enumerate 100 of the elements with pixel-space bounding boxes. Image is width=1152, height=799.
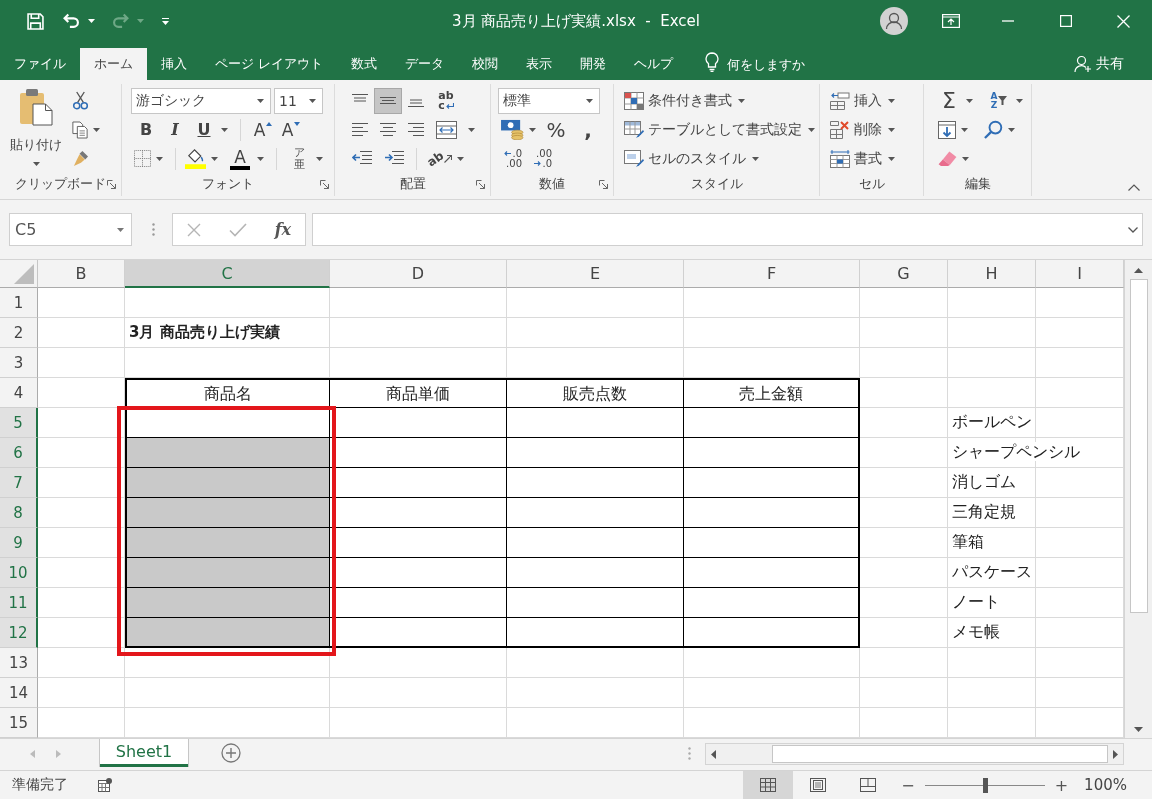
percent-button[interactable]: % [544,116,568,143]
slider-thumb[interactable] [982,777,988,793]
caret-icon[interactable] [961,127,968,132]
customize-icon[interactable] [162,17,169,25]
caret-icon[interactable] [1016,98,1023,103]
maximize-icon[interactable] [1059,15,1072,27]
font-size-field[interactable]: 11 [274,87,323,114]
close-icon[interactable] [1116,14,1130,28]
caret-icon[interactable] [93,127,100,132]
drag-handle-icon[interactable] [688,747,691,760]
underline-button[interactable]: U [192,116,216,143]
ribbon-tab[interactable]: 校閲 [458,48,512,80]
row-header[interactable]: 4 [0,378,38,408]
undo-icon[interactable] [62,13,81,29]
formula-input-field[interactable] [312,213,1143,246]
caret-icon[interactable] [309,98,316,103]
decrease-indent-icon[interactable] [352,151,372,166]
font-color-button[interactable]: A [228,145,252,172]
column-header[interactable]: G [860,260,948,288]
column-header[interactable]: E [507,260,684,288]
scissors-icon[interactable] [72,91,89,110]
currency-icon[interactable] [501,119,524,140]
drag-handle-icon[interactable] [152,223,155,236]
name-box[interactable]: C5 [9,213,132,246]
ribbon-tab[interactable]: 数式 [337,48,391,80]
ribbon-tab[interactable]: ヘルプ [620,48,687,80]
format-cells-button[interactable]: 書式 [830,144,923,173]
dialog-launcher-icon[interactable] [107,179,116,189]
sheet-tab[interactable]: Sheet1 [100,739,188,767]
caret-icon[interactable] [117,227,124,232]
scroll-thumb[interactable] [1129,279,1148,613]
copy-icon[interactable] [72,120,88,139]
row-header[interactable]: 1 [0,288,38,318]
column-header[interactable]: B [38,260,125,288]
collapse-ribbon-icon[interactable] [1128,184,1140,191]
decrease-decimal-button[interactable]: .00 .0 [528,145,552,172]
column-header[interactable]: I [1036,260,1124,288]
row-header[interactable]: 15 [0,708,38,738]
ribbon-tab[interactable]: ファイル [0,48,80,80]
row-header[interactable]: 14 [0,678,38,708]
orientation-button[interactable]: ab [427,145,452,172]
eraser-icon[interactable] [938,151,957,166]
column-header[interactable]: C [125,260,330,288]
caret-icon[interactable] [211,156,218,161]
insert-cells-button[interactable]: 挿入 [830,86,923,115]
caret-icon[interactable] [586,98,593,103]
increase-decimal-button[interactable]: .0 .00 [498,145,522,172]
fill-bucket-icon[interactable] [185,148,206,169]
row-header[interactable]: 5 [0,408,38,438]
borders-icon[interactable] [134,150,151,167]
caret-icon[interactable] [468,127,475,132]
caret-icon[interactable] [1008,127,1015,132]
scroll-right-icon[interactable] [1113,749,1118,759]
zoom-out-button[interactable]: − [901,775,915,795]
tell-me-field[interactable]: 何をしますか [727,48,837,80]
caret-icon[interactable] [456,156,464,161]
ribbon-tab[interactable]: 挿入 [147,48,201,80]
font-name-field[interactable]: 游ゴシック [131,87,271,114]
zoom-level-text[interactable]: 100% [1084,776,1127,794]
row-header[interactable]: 12 [0,618,38,648]
expand-icon[interactable] [1128,226,1138,233]
search-icon[interactable] [984,120,1003,139]
align-center-icon[interactable] [380,123,396,136]
row-header[interactable]: 7 [0,468,38,498]
row-header[interactable]: 8 [0,498,38,528]
row-header[interactable]: 9 [0,528,38,558]
fill-down-icon[interactable] [938,120,956,139]
ribbon-tab[interactable]: 表示 [512,48,566,80]
phonetic-button[interactable]: ア 亜 [287,145,311,172]
row-header[interactable]: 2 [0,318,38,348]
column-header[interactable]: D [330,260,507,288]
ribbon-tab[interactable]: データ [391,48,458,80]
increase-indent-icon[interactable] [384,151,404,166]
caret-icon[interactable] [32,162,40,166]
scroll-down-icon[interactable] [1134,727,1143,732]
row-header[interactable]: 3 [0,348,38,378]
ribbon-tab[interactable]: 開発 [566,48,620,80]
grow-font-button[interactable]: A [251,116,275,143]
ribbon-tab[interactable]: ホーム [80,48,147,80]
italic-button[interactable]: I [163,116,187,143]
row-header[interactable]: 13 [0,648,38,678]
conditional-format-button[interactable]: 条件付き書式 [624,86,819,115]
caret-icon[interactable] [221,127,228,132]
ribbon-display-icon[interactable] [941,14,960,28]
macro-record-icon[interactable] [98,778,112,792]
dialog-launcher-icon[interactable] [320,179,329,189]
vertical-scrollbar[interactable] [1124,260,1152,738]
normal-view-button[interactable] [743,771,794,799]
align-left-icon[interactable] [352,123,368,136]
sort-filter-button[interactable]: A Z [987,87,1011,114]
scroll-up-icon[interactable] [1134,268,1143,273]
caret-icon[interactable] [316,156,323,161]
minimize-icon[interactable] [1002,20,1015,22]
ribbon-tab[interactable]: ページ レイアウト [201,48,337,80]
checkmark-icon[interactable] [228,222,247,237]
dialog-launcher-icon[interactable] [476,179,485,189]
bold-button[interactable]: B [134,116,158,143]
cell-styles-button[interactable]: セルのスタイル [624,144,819,173]
scroll-left-icon[interactable] [711,749,716,759]
caret-icon[interactable] [257,98,264,103]
